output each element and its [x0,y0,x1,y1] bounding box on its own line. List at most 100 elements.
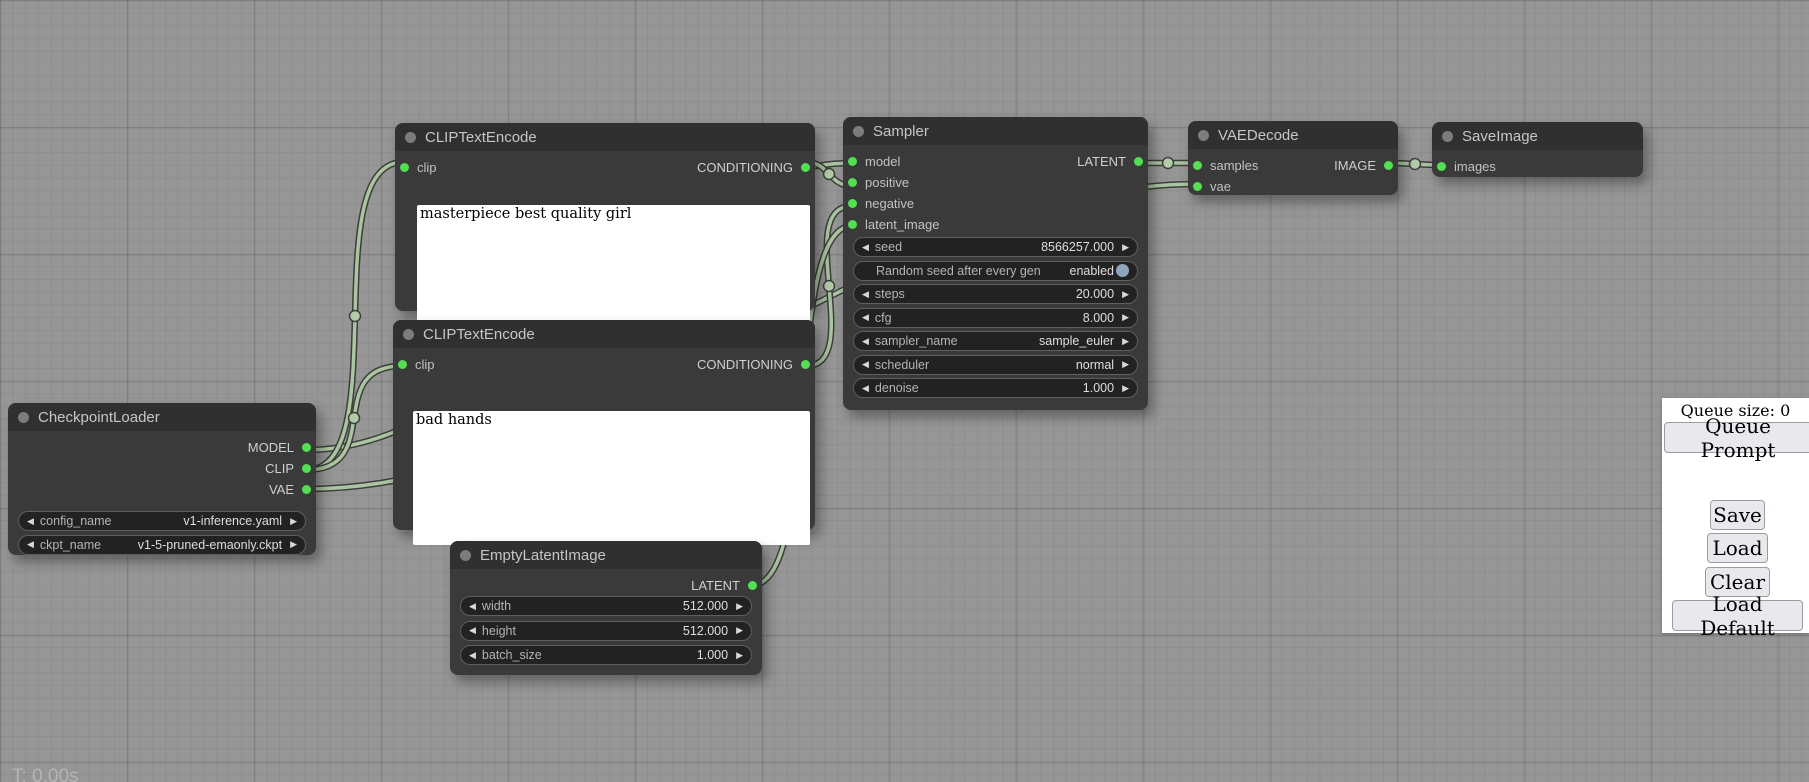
node-title-bar[interactable]: Sampler [843,117,1148,145]
slot-dot[interactable] [400,163,409,172]
increment-arrow-icon[interactable]: ▶ [1122,360,1129,369]
output-slot-conditioning[interactable]: CONDITIONING [697,160,810,175]
queue-prompt-button[interactable]: Queue Prompt [1664,422,1809,453]
slot-dot[interactable] [302,464,311,473]
increment-arrow-icon[interactable]: ▶ [736,651,743,660]
increment-arrow-icon[interactable]: ▶ [290,517,297,526]
increment-arrow-icon[interactable]: ▶ [1122,243,1129,252]
slot-dot[interactable] [302,443,311,452]
increment-arrow-icon[interactable]: ▶ [290,540,297,549]
decrement-arrow-icon[interactable]: ◀ [862,384,869,393]
decrement-arrow-icon[interactable]: ◀ [862,360,869,369]
widget-random-seed-toggle[interactable]: Random seed after every gen enabled [853,261,1138,281]
slot-dot[interactable] [1384,161,1393,170]
prompt-textarea[interactable]: bad hands [413,411,810,545]
decrement-arrow-icon[interactable]: ◀ [469,651,476,660]
decrement-arrow-icon[interactable]: ◀ [27,517,34,526]
widget-ckpt-name[interactable]: ◀ ckpt_name v1-5-pruned-emaonly.ckpt ▶ [18,535,306,555]
slot-dot[interactable] [848,178,857,187]
collapse-dot-icon[interactable] [460,550,471,561]
input-slot-latent-image[interactable]: latent_image [843,214,1148,234]
widget-width[interactable]: ◀ width 512.000 ▶ [460,596,752,616]
output-slot-model[interactable]: MODEL [8,437,316,457]
output-slot-image[interactable]: IMAGE [1334,158,1393,173]
widget-denoise[interactable]: ◀ denoise 1.000 ▶ [853,378,1138,398]
node-title-bar[interactable]: EmptyLatentImage [450,541,762,569]
slot-dot[interactable] [302,485,311,494]
decrement-arrow-icon[interactable]: ◀ [27,540,34,549]
widget-steps[interactable]: ◀ steps 20.000 ▶ [853,284,1138,304]
increment-arrow-icon[interactable]: ▶ [736,602,743,611]
widget-batch-size[interactable]: ◀ batch_size 1.000 ▶ [460,645,752,665]
collapse-dot-icon[interactable] [405,132,416,143]
input-slot-clip[interactable]: clip [398,357,435,372]
input-slot-model[interactable]: model [848,154,900,169]
toggle-indicator-icon[interactable] [1116,264,1129,277]
widget-seed[interactable]: ◀ seed 8566257.000 ▶ [853,237,1138,257]
slot-dot[interactable] [848,220,857,229]
slot-dot[interactable] [398,360,407,369]
slot-dot[interactable] [848,199,857,208]
node-title-bar[interactable]: CLIPTextEncode [395,123,815,151]
collapse-dot-icon[interactable] [403,329,414,340]
slot-dot[interactable] [1193,182,1202,191]
increment-arrow-icon[interactable]: ▶ [1122,290,1129,299]
decrement-arrow-icon[interactable]: ◀ [862,290,869,299]
output-slot-latent[interactable]: LATENT [1077,154,1143,169]
increment-arrow-icon[interactable]: ▶ [1122,337,1129,346]
input-slot-negative[interactable]: negative [843,193,1148,213]
collapse-dot-icon[interactable] [1442,131,1453,142]
node-saveimage[interactable]: SaveImage images [1432,122,1643,177]
slot-dot[interactable] [1134,157,1143,166]
input-slot-vae[interactable]: vae [1188,176,1398,196]
input-slot-positive[interactable]: positive [843,172,1148,192]
input-slot-clip[interactable]: clip [400,160,437,175]
node-title-bar[interactable]: CheckpointLoader [8,403,316,431]
node-title: CLIPTextEncode [423,326,535,343]
node-title-bar[interactable]: CLIPTextEncode [393,320,815,348]
input-slot-images[interactable]: images [1432,156,1643,176]
output-slot-latent[interactable]: LATENT [450,575,762,595]
widget-label: scheduler [875,358,929,372]
node-canvas[interactable]: T: 0.00s [0,0,1809,782]
decrement-arrow-icon[interactable]: ◀ [469,626,476,635]
slot-dot[interactable] [748,581,757,590]
widget-scheduler[interactable]: ◀ scheduler normal ▶ [853,355,1138,375]
load-default-button[interactable]: Load Default [1672,600,1803,631]
node-checkpointloader[interactable]: CheckpointLoader MODEL CLIP VAE ◀ config… [8,403,316,555]
slot-label: CONDITIONING [697,160,793,175]
node-emptylatentimage[interactable]: EmptyLatentImage LATENT ◀ width 512.000 … [450,541,762,675]
node-title-bar[interactable]: SaveImage [1432,122,1643,150]
output-slot-conditioning[interactable]: CONDITIONING [697,357,810,372]
decrement-arrow-icon[interactable]: ◀ [469,602,476,611]
widget-height[interactable]: ◀ height 512.000 ▶ [460,621,752,641]
collapse-dot-icon[interactable] [853,126,864,137]
increment-arrow-icon[interactable]: ▶ [736,626,743,635]
node-cliptextencode-positive[interactable]: CLIPTextEncode clip CONDITIONING masterp… [395,123,815,311]
decrement-arrow-icon[interactable]: ◀ [862,337,869,346]
collapse-dot-icon[interactable] [1198,130,1209,141]
widget-sampler-name[interactable]: ◀ sampler_name sample_euler ▶ [853,331,1138,351]
load-button[interactable]: Load [1707,533,1768,563]
increment-arrow-icon[interactable]: ▶ [1122,313,1129,322]
input-slot-samples[interactable]: samples [1193,158,1258,173]
slot-dot[interactable] [801,163,810,172]
slot-dot[interactable] [1193,161,1202,170]
increment-arrow-icon[interactable]: ▶ [1122,384,1129,393]
slot-dot[interactable] [1437,162,1446,171]
decrement-arrow-icon[interactable]: ◀ [862,313,869,322]
decrement-arrow-icon[interactable]: ◀ [862,243,869,252]
node-cliptextencode-negative[interactable]: CLIPTextEncode clip CONDITIONING bad han… [393,320,815,530]
node-vaedecode[interactable]: VAEDecode samples IMAGE vae [1188,121,1398,195]
output-slot-vae[interactable]: VAE [8,479,316,499]
widget-cfg[interactable]: ◀ cfg 8.000 ▶ [853,308,1138,328]
slot-dot[interactable] [848,157,857,166]
widget-config-name[interactable]: ◀ config_name v1-inference.yaml ▶ [18,511,306,531]
node-title-bar[interactable]: VAEDecode [1188,121,1398,149]
prompt-textarea[interactable]: masterpiece best quality girl [417,205,810,324]
node-sampler[interactable]: Sampler model LATENT positive negative l… [843,117,1148,410]
save-button[interactable]: Save [1710,500,1765,530]
collapse-dot-icon[interactable] [18,412,29,423]
slot-dot[interactable] [801,360,810,369]
output-slot-clip[interactable]: CLIP [8,458,316,478]
